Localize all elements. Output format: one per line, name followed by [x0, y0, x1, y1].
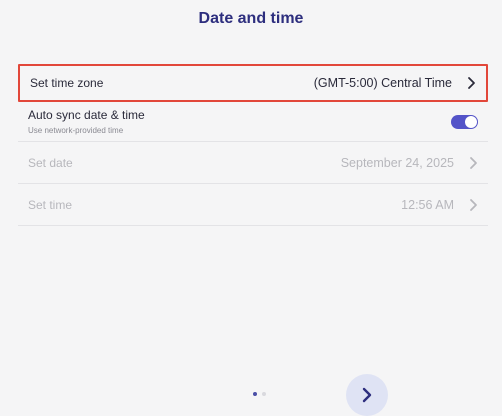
set-time-zone-row[interactable]: Set time zone (GMT-5:00) Central Time [18, 64, 488, 102]
toggle-knob [465, 115, 477, 128]
date-value: September 24, 2025 [340, 155, 454, 170]
set-date-row[interactable]: Set date September 24, 2025 [18, 142, 488, 184]
page-dot-inactive [262, 392, 266, 396]
chevron-right-icon [470, 198, 477, 211]
set-time-row[interactable]: Set time 12:56 AM [18, 184, 488, 226]
time-value: 12:56 AM [401, 197, 454, 212]
set-time-label: Set time [28, 197, 73, 212]
auto-sync-label: Auto sync date & time [28, 108, 145, 122]
page-title: Date and time [198, 10, 304, 27]
chevron-right-icon [468, 77, 475, 89]
settings-list: Set time zone (GMT-5:00) Central Time Au… [18, 64, 488, 226]
set-date-label: Set date [28, 155, 73, 170]
set-time-zone-label: Set time zone [30, 76, 104, 90]
arrow-right-icon [362, 387, 372, 403]
chevron-right-icon [470, 156, 477, 169]
time-zone-value: (GMT-5:00) Central Time [313, 76, 452, 90]
next-button[interactable] [346, 374, 388, 416]
auto-sync-sublabel: Use network-provided time [28, 126, 124, 135]
page-indicator [253, 392, 266, 396]
auto-sync-toggle[interactable] [451, 114, 478, 129]
auto-sync-text: Auto sync date & time Use network-provid… [28, 108, 145, 135]
page-header: Date and time [0, 0, 502, 40]
page-dot-active [253, 392, 257, 396]
auto-sync-row[interactable]: Auto sync date & time Use network-provid… [18, 102, 488, 142]
